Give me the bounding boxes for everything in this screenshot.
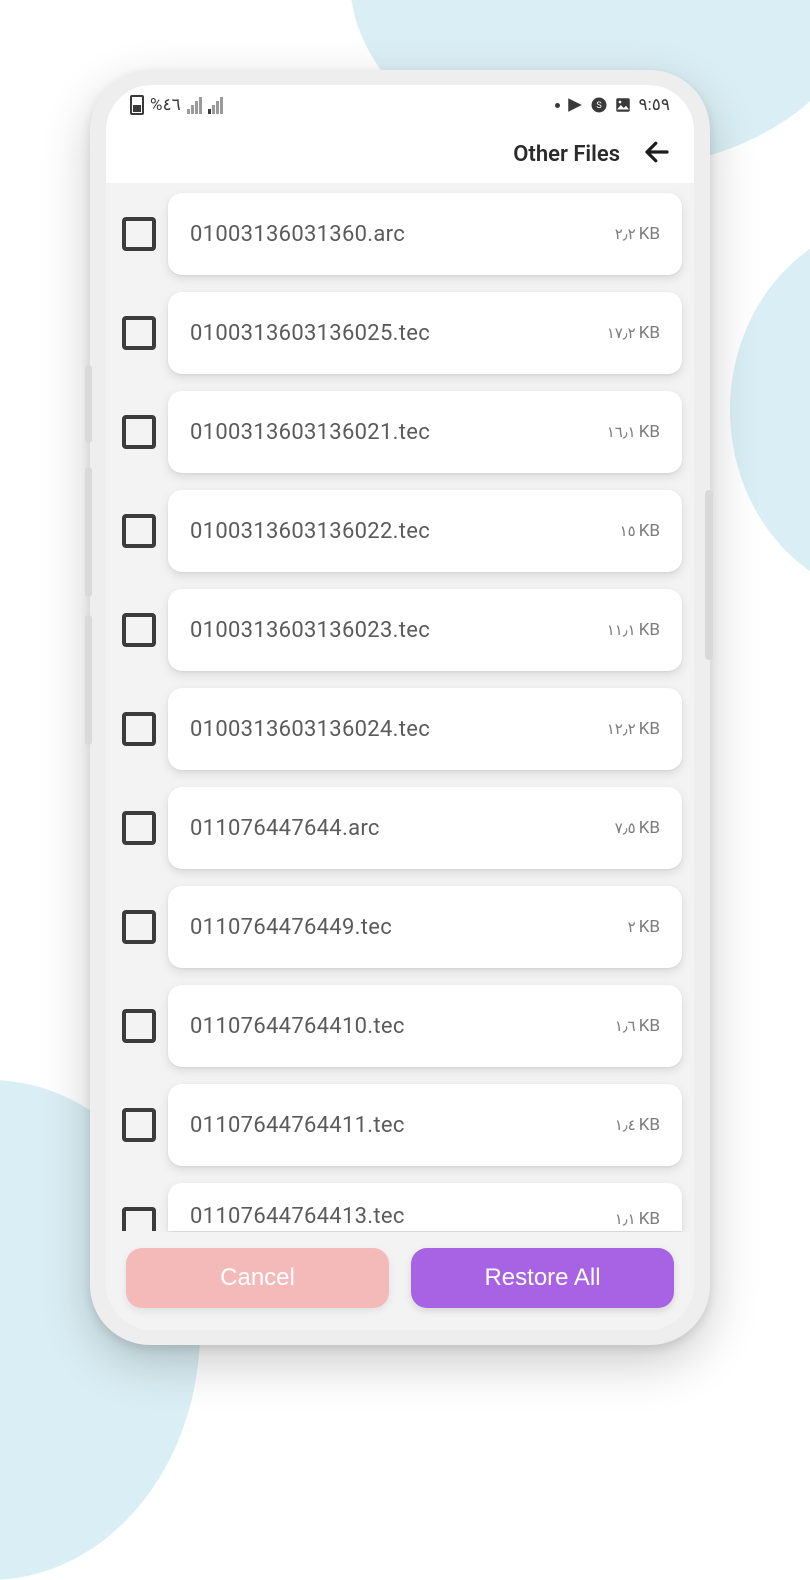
image-icon bbox=[614, 96, 632, 114]
file-card[interactable]: 0100313603136025.tec ١٧٫٢ KB bbox=[168, 292, 682, 374]
file-row: 01107644764413.tec ١٫١ KB bbox=[122, 1183, 682, 1231]
file-checkbox[interactable] bbox=[122, 514, 156, 548]
file-size: ١٫٦ KB bbox=[615, 1016, 660, 1036]
phone-screen: %٤٦ S ٩:٥٩ bbox=[106, 85, 694, 1330]
file-size: ١٦٫١ KB bbox=[607, 422, 660, 442]
app-bar: Other Files bbox=[106, 125, 694, 183]
file-size: ٧٫٥ KB bbox=[615, 818, 660, 838]
file-row: 0100313603136021.tec ١٦٫١ KB bbox=[122, 391, 682, 473]
file-name: 0100313603136022.tec bbox=[190, 519, 430, 544]
page-title: Other Files bbox=[513, 142, 620, 167]
file-card[interactable]: 0100313603136023.tec ١١٫١ KB bbox=[168, 589, 682, 671]
phone-button-side bbox=[705, 490, 713, 660]
restore-all-button[interactable]: Restore All bbox=[411, 1248, 674, 1308]
file-checkbox[interactable] bbox=[122, 811, 156, 845]
phone-button-side bbox=[85, 615, 92, 745]
file-checkbox[interactable] bbox=[122, 712, 156, 746]
file-checkbox[interactable] bbox=[122, 910, 156, 944]
file-card[interactable]: 0100313603136024.tec ١٢٫٢ KB bbox=[168, 688, 682, 770]
file-checkbox[interactable] bbox=[122, 217, 156, 251]
file-size: ١١٫١ KB bbox=[607, 620, 660, 640]
file-card[interactable]: 0100313603136022.tec ١٥ KB bbox=[168, 490, 682, 572]
circle-s-icon: S bbox=[590, 96, 608, 114]
file-checkbox[interactable] bbox=[122, 1207, 156, 1231]
file-checkbox[interactable] bbox=[122, 1009, 156, 1043]
file-row: 0100313603136024.tec ١٢٫٢ KB bbox=[122, 688, 682, 770]
file-checkbox[interactable] bbox=[122, 316, 156, 350]
file-checkbox[interactable] bbox=[122, 1108, 156, 1142]
phone-button-side bbox=[85, 365, 92, 443]
file-name: 0100313603136024.tec bbox=[190, 717, 430, 742]
file-row: 0100313603136023.tec ١١٫١ KB bbox=[122, 589, 682, 671]
file-row: 01003136031360.arc ٢٫٢ KB bbox=[122, 193, 682, 275]
file-size: ١٫٤ KB bbox=[615, 1115, 660, 1135]
status-clock: ٩:٥٩ bbox=[638, 95, 670, 115]
file-card[interactable]: 01107644764413.tec ١٫١ KB bbox=[168, 1183, 682, 1231]
file-card[interactable]: 01107644764410.tec ١٫٦ KB bbox=[168, 985, 682, 1067]
file-name: 0100313603136023.tec bbox=[190, 618, 430, 643]
file-name: 01107644764413.tec bbox=[190, 1204, 405, 1229]
file-name: 01003136031360.arc bbox=[190, 222, 405, 247]
file-checkbox[interactable] bbox=[122, 613, 156, 647]
battery-icon bbox=[130, 95, 144, 115]
file-name: 011076447644.arc bbox=[190, 816, 380, 841]
file-list: 01003136031360.arc ٢٫٢ KB 0100313603136025… bbox=[106, 183, 694, 1232]
file-size: ٢٫٢ KB bbox=[615, 224, 660, 244]
cancel-button[interactable]: Cancel bbox=[126, 1248, 389, 1308]
file-name: 01107644764411.tec bbox=[190, 1113, 405, 1138]
file-size: ٢ KB bbox=[628, 917, 660, 937]
button-bar: Cancel Restore All bbox=[106, 1232, 694, 1330]
file-name: 0110764476449.tec bbox=[190, 915, 392, 940]
file-card[interactable]: 01107644764411.tec ١٫٤ KB bbox=[168, 1084, 682, 1166]
file-row: 01107644764410.tec ١٫٦ KB bbox=[122, 985, 682, 1067]
file-card[interactable]: 01003136031360.arc ٢٫٢ KB bbox=[168, 193, 682, 275]
file-name: 0100313603136021.tec bbox=[190, 420, 430, 445]
file-name: 01107644764410.tec bbox=[190, 1014, 405, 1039]
file-row: 0110764476449.tec ٢ KB bbox=[122, 886, 682, 968]
file-checkbox[interactable] bbox=[122, 415, 156, 449]
phone-button-side bbox=[85, 467, 92, 597]
phone-frame: %٤٦ S ٩:٥٩ bbox=[90, 70, 710, 1345]
file-name: 0100313603136025.tec bbox=[190, 321, 430, 346]
signal-icon bbox=[187, 96, 202, 114]
back-arrow-icon[interactable] bbox=[642, 137, 672, 171]
svg-text:S: S bbox=[597, 101, 602, 111]
file-size: ١٧٫٢ KB bbox=[607, 323, 660, 343]
background-blob bbox=[730, 220, 810, 600]
file-row: 0100313603136022.tec ١٥ KB bbox=[122, 490, 682, 572]
file-card[interactable]: 0100313603136021.tec ١٦٫١ KB bbox=[168, 391, 682, 473]
file-size: ١٢٫٢ KB bbox=[607, 719, 660, 739]
battery-text: %٤٦ bbox=[150, 95, 181, 115]
play-icon bbox=[566, 96, 584, 114]
file-row: 011076447644.arc ٧٫٥ KB bbox=[122, 787, 682, 869]
file-card[interactable]: 011076447644.arc ٧٫٥ KB bbox=[168, 787, 682, 869]
file-row: 01107644764411.tec ١٫٤ KB bbox=[122, 1084, 682, 1166]
status-dot-icon bbox=[555, 103, 560, 108]
file-card[interactable]: 0110764476449.tec ٢ KB bbox=[168, 886, 682, 968]
signal-icon bbox=[208, 96, 223, 114]
status-bar: %٤٦ S ٩:٥٩ bbox=[106, 85, 694, 125]
file-row: 0100313603136025.tec ١٧٫٢ KB bbox=[122, 292, 682, 374]
file-size: ١٥ KB bbox=[620, 521, 660, 541]
file-size: ١٫١ KB bbox=[615, 1209, 660, 1229]
